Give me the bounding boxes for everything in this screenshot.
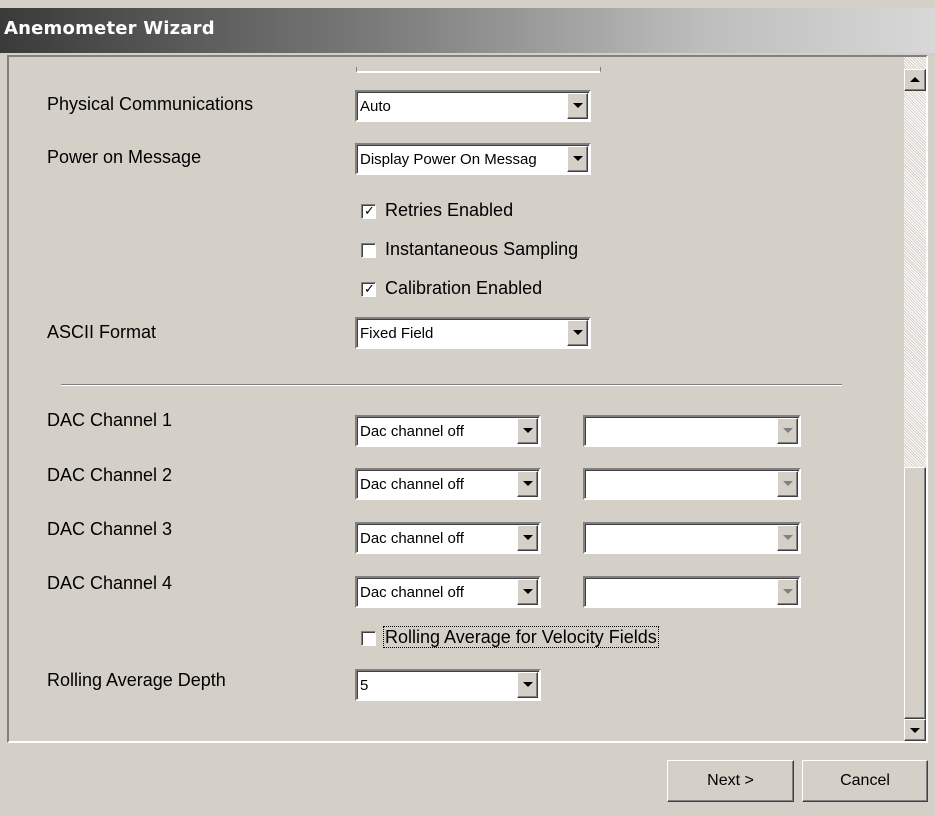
checkmark-icon: ✓ [364, 204, 375, 219]
ascii-format-value: Fixed Field [360, 325, 434, 342]
next-button[interactable]: Next > [667, 760, 794, 802]
chevron-down-icon[interactable] [567, 93, 588, 119]
chevron-down-icon[interactable] [777, 579, 798, 605]
section-divider [61, 384, 842, 386]
rolling-average-velocity-checkbox[interactable] [361, 631, 376, 646]
instantaneous-sampling-label: Instantaneous Sampling [385, 239, 579, 259]
dac-channel-3-select[interactable]: Dac channel off [355, 522, 541, 554]
dac-channel-1-select[interactable]: Dac channel off [355, 415, 541, 447]
ascii-format-select[interactable]: Fixed Field [355, 317, 591, 349]
dac-channel-2-label: DAC Channel 2 [47, 465, 173, 485]
calibration-enabled-label: Calibration Enabled [385, 278, 543, 298]
checkmark-icon: ✓ [364, 282, 375, 297]
window-title: Anemometer Wizard [4, 18, 215, 39]
dac-channel-3-option-select[interactable] [583, 522, 801, 554]
dac-channel-4-value: Dac channel off [360, 584, 464, 601]
chevron-down-icon[interactable] [517, 579, 538, 605]
chevron-down-icon[interactable] [777, 418, 798, 444]
chevron-down-icon[interactable] [777, 525, 798, 551]
dac-channel-1-option-select[interactable] [583, 415, 801, 447]
dac-channel-4-option-select[interactable] [583, 576, 801, 608]
clipped-control-edge [356, 67, 601, 73]
chevron-down-icon[interactable] [517, 525, 538, 551]
dac-channel-1-label: DAC Channel 1 [47, 410, 173, 430]
settings-panel: Physical Communications Auto Power on Me… [7, 55, 928, 743]
focus-outline: Rolling Average for Velocity Fields [383, 626, 659, 648]
rolling-average-depth-value: 5 [360, 677, 369, 694]
retries-enabled-checkbox[interactable]: ✓ [361, 204, 376, 219]
vertical-scrollbar[interactable] [904, 57, 926, 741]
instantaneous-sampling-checkbox[interactable] [361, 243, 376, 258]
dac-channel-4-select[interactable]: Dac channel off [355, 576, 541, 608]
chevron-down-icon[interactable] [567, 146, 588, 172]
dac-channel-2-select[interactable]: Dac channel off [355, 468, 541, 500]
rolling-average-depth-select[interactable]: 5 [355, 669, 541, 701]
power-on-message-select[interactable]: Display Power On Messag [355, 143, 591, 175]
calibration-enabled-checkbox[interactable]: ✓ [361, 282, 376, 297]
physical-communications-value: Auto [360, 98, 391, 115]
dac-channel-3-label: DAC Channel 3 [47, 519, 173, 539]
physical-communications-select[interactable]: Auto [355, 90, 591, 122]
rolling-average-velocity-label: Rolling Average for Velocity Fields [383, 626, 659, 648]
power-on-message-label: Power on Message [47, 147, 202, 167]
ascii-format-label: ASCII Format [47, 322, 157, 342]
arrow-down-icon[interactable] [904, 719, 926, 741]
rolling-average-depth-label: Rolling Average Depth [47, 670, 226, 690]
physical-communications-label: Physical Communications [47, 94, 254, 114]
dac-channel-2-value: Dac channel off [360, 476, 464, 493]
dac-channel-2-option-select[interactable] [583, 468, 801, 500]
cancel-button[interactable]: Cancel [802, 760, 928, 802]
dac-channel-3-value: Dac channel off [360, 530, 464, 547]
chevron-down-icon[interactable] [777, 471, 798, 497]
title-bar: Anemometer Wizard [0, 8, 935, 53]
arrow-up-icon[interactable] [904, 69, 926, 91]
chevron-down-icon[interactable] [517, 471, 538, 497]
settings-scroll-area: Physical Communications Auto Power on Me… [9, 57, 904, 741]
chevron-down-icon[interactable] [517, 672, 538, 698]
retries-enabled-label: Retries Enabled [385, 200, 514, 220]
chevron-down-icon[interactable] [567, 320, 588, 346]
dac-channel-4-label: DAC Channel 4 [47, 573, 173, 593]
chevron-down-icon[interactable] [517, 418, 538, 444]
dac-channel-1-value: Dac channel off [360, 423, 464, 440]
scrollbar-thumb[interactable] [904, 467, 926, 719]
power-on-message-value: Display Power On Messag [360, 151, 537, 168]
